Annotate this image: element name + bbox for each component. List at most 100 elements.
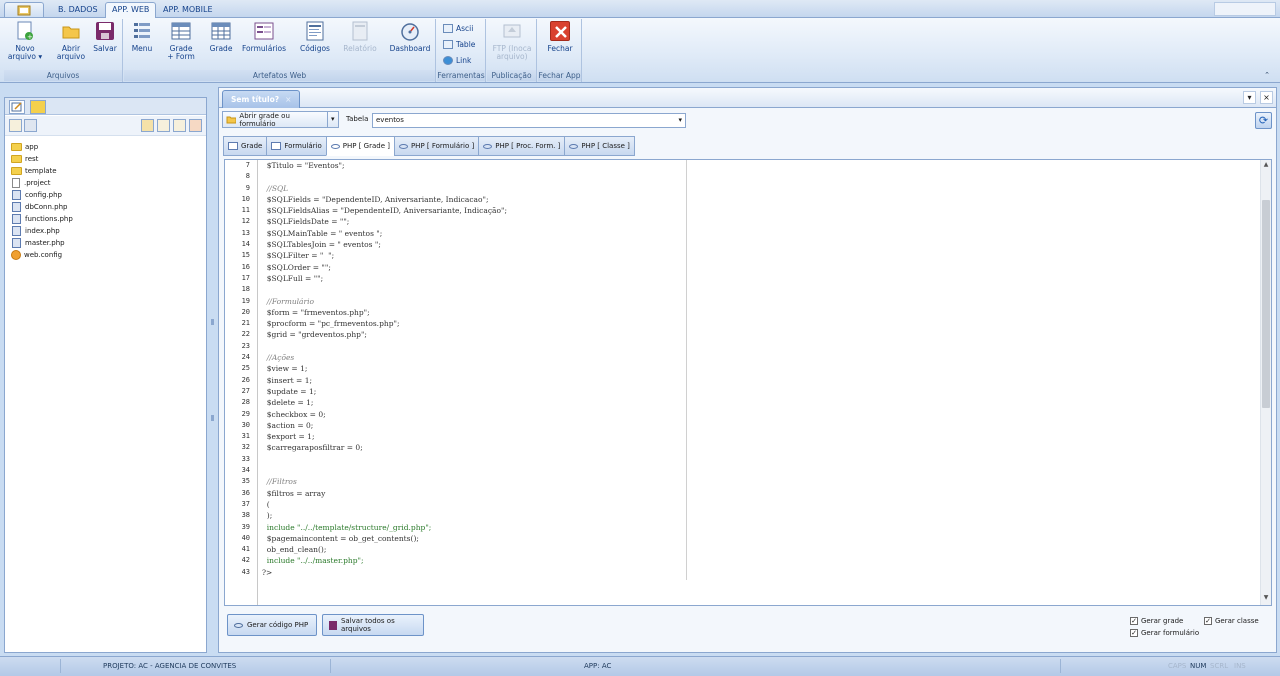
ribbon-collapse-icon[interactable]: ⌃	[1264, 71, 1270, 79]
file-tree-item[interactable]: template	[11, 165, 73, 177]
code-line[interactable]: $carregaraposfiltrar = 0;	[262, 442, 507, 453]
code-line[interactable]: //Filtros	[262, 476, 507, 487]
document-tab-close-icon[interactable]: ×	[285, 91, 291, 108]
vertical-scrollbar[interactable]: ▲ ▼	[1260, 160, 1271, 605]
code-line[interactable]	[262, 171, 507, 182]
ribbon-tab-bdados[interactable]: B. DADOS	[52, 3, 104, 18]
scrollbar-thumb[interactable]	[1262, 200, 1270, 408]
explorer-tab-files[interactable]	[9, 100, 25, 114]
link-button[interactable]: Link	[443, 56, 471, 65]
file-tree-item[interactable]: app	[11, 141, 73, 153]
document-tab[interactable]: Sem título? ×	[222, 90, 301, 108]
code-line[interactable]: include "../../template/structure/_grid.…	[262, 522, 507, 533]
code-line[interactable]	[262, 284, 507, 295]
code-line[interactable]: $Titulo = "Eventos";	[262, 160, 507, 171]
code-line[interactable]	[262, 454, 507, 465]
code-line[interactable]: $SQLFilter = " ";	[262, 250, 507, 261]
table-select[interactable]: eventos ▾	[372, 113, 686, 128]
menu-button[interactable]: Menu	[128, 21, 156, 53]
code-line[interactable]: $SQLFieldsAlias = "DependenteID, Anivers…	[262, 205, 507, 216]
code-line[interactable]: //SQL	[262, 183, 507, 194]
code-line[interactable]: $delete = 1;	[262, 397, 507, 408]
code-line[interactable]: $grid = "grdeventos.php";	[262, 329, 507, 340]
code-line[interactable]: $SQLFieldsDate = "";	[262, 216, 507, 227]
ribbon-tab-appweb[interactable]: APP. WEB	[105, 2, 157, 19]
code-line[interactable]: $SQLFields = "DependenteID, Aniversarian…	[262, 194, 507, 205]
code-line[interactable]: //Ações	[262, 352, 507, 363]
file-tree-item[interactable]: rest	[11, 153, 73, 165]
grade-form-button[interactable]: Grade + Form	[166, 21, 196, 61]
code-line[interactable]: $SQLTablesJoin = " eventos ";	[262, 239, 507, 250]
code-line[interactable]: $filtros = array	[262, 488, 507, 499]
dashboard-button[interactable]: Dashboard	[388, 21, 432, 53]
file-tree-item[interactable]: master.php	[11, 237, 73, 249]
salvar-button[interactable]: Salvar	[90, 21, 120, 53]
delete-folder-icon[interactable]	[189, 119, 202, 132]
open-grid-form-dropdown[interactable]: Abrir grade ou formulário ▾	[222, 111, 339, 128]
file-tree-item[interactable]: .project	[11, 177, 73, 189]
code-editor[interactable]: 7 8 9 10 11 12 13 14 15 16 17 18 19 20 21 22 23 24 25 26 27 2…	[224, 159, 1272, 606]
explorer-tab-folders[interactable]	[30, 100, 46, 114]
gerar-classe-checkbox[interactable]: ✓ Gerar classe	[1204, 617, 1259, 625]
refresh-button[interactable]: ⟳	[1255, 112, 1272, 129]
code-line[interactable]	[262, 465, 507, 476]
code-line[interactable]: $action = 0;	[262, 420, 507, 431]
ribbon-tab-appmobile[interactable]: APP. MOBILE	[157, 3, 219, 18]
fechar-button[interactable]: Fechar	[542, 21, 578, 53]
code-line[interactable]: $SQLMainTable = " eventos ";	[262, 228, 507, 239]
gerar-grade-checkbox[interactable]: ✓ Gerar grade	[1130, 617, 1183, 625]
ascii-button[interactable]: Ascii	[443, 24, 473, 33]
app-menu-button[interactable]	[4, 2, 44, 17]
code-line[interactable]: ob_end_clean();	[262, 544, 507, 555]
code-line[interactable]: $view = 1;	[262, 363, 507, 374]
code-line[interactable]: $form = "frmeventos.php";	[262, 307, 507, 318]
relatorio-button[interactable]: Relatório	[340, 21, 380, 53]
subtab-formulario[interactable]: Formulário	[266, 136, 327, 156]
subtab-php-classe[interactable]: PHP [ Classe ]	[564, 136, 635, 156]
home-folder-icon[interactable]	[141, 119, 154, 132]
code-line[interactable]: //Formulário	[262, 296, 507, 307]
subtab-php-formulario[interactable]: PHP [ Formulário ]	[393, 136, 480, 156]
file-tree-item[interactable]: index.php	[11, 225, 73, 237]
code-line[interactable]: $pagemaincontent = ob_get_contents();	[262, 533, 507, 544]
formularios-button[interactable]: Formulários	[240, 21, 288, 53]
gerar-codigo-button[interactable]: Gerar código PHP	[227, 614, 317, 636]
collapse-tree-icon[interactable]	[24, 119, 37, 132]
grade-button[interactable]: Grade	[206, 21, 236, 53]
ftp-button[interactable]: FTP (Inoca arquivo)	[489, 21, 535, 61]
subtab-grade[interactable]: Grade	[223, 136, 268, 156]
scroll-up-icon[interactable]: ▲	[1261, 161, 1271, 171]
code-line[interactable]: $procform = "pc_frmeventos.php";	[262, 318, 507, 329]
code-line[interactable]: (	[262, 499, 507, 510]
code-line[interactable]: $SQLFull = "";	[262, 273, 507, 284]
novo-arquivo-button[interactable]: + Novo arquivo ▾	[6, 21, 44, 61]
code-line[interactable]: $update = 1;	[262, 386, 507, 397]
refresh-tree-icon[interactable]	[9, 119, 22, 132]
codigos-button[interactable]: Códigos	[298, 21, 332, 53]
file-tree-item[interactable]: config.php	[11, 189, 73, 201]
gerar-formulario-checkbox[interactable]: ✓ Gerar formulário	[1130, 629, 1199, 637]
file-tree-item[interactable]: functions.php	[11, 213, 73, 225]
code-content[interactable]: $Titulo = "Eventos"; //SQL $SQLFields = …	[262, 160, 507, 578]
code-line[interactable]: $checkbox = 0;	[262, 409, 507, 420]
panel-splitter[interactable]	[210, 315, 215, 425]
rename-folder-icon[interactable]	[173, 119, 186, 132]
subtab-php-proc-form[interactable]: PHP [ Proc. Form. ]	[478, 136, 566, 156]
table-button[interactable]: Table	[443, 40, 475, 49]
code-line[interactable]: ?>	[262, 567, 507, 578]
new-folder-icon[interactable]	[157, 119, 170, 132]
file-tree-item[interactable]: web.config	[11, 249, 73, 261]
close-document-icon[interactable]: ×	[1260, 91, 1273, 104]
scroll-down-icon[interactable]: ▼	[1261, 594, 1271, 604]
code-line[interactable]: $export = 1;	[262, 431, 507, 442]
code-line[interactable]: $insert = 1;	[262, 375, 507, 386]
subtab-php-grade[interactable]: PHP [ Grade ]	[325, 136, 395, 156]
file-tree-item[interactable]: dbConn.php	[11, 201, 73, 213]
tab-list-dropdown-icon[interactable]: ▾	[1243, 91, 1256, 104]
code-line[interactable]	[262, 341, 507, 352]
abrir-arquivo-button[interactable]: Abrir arquivo	[52, 21, 90, 61]
code-line[interactable]: $SQLOrder = "";	[262, 262, 507, 273]
salvar-todos-button[interactable]: Salvar todos os arquivos	[322, 614, 424, 636]
code-line[interactable]: include "../../master.php";	[262, 555, 507, 566]
code-line[interactable]: );	[262, 510, 507, 521]
